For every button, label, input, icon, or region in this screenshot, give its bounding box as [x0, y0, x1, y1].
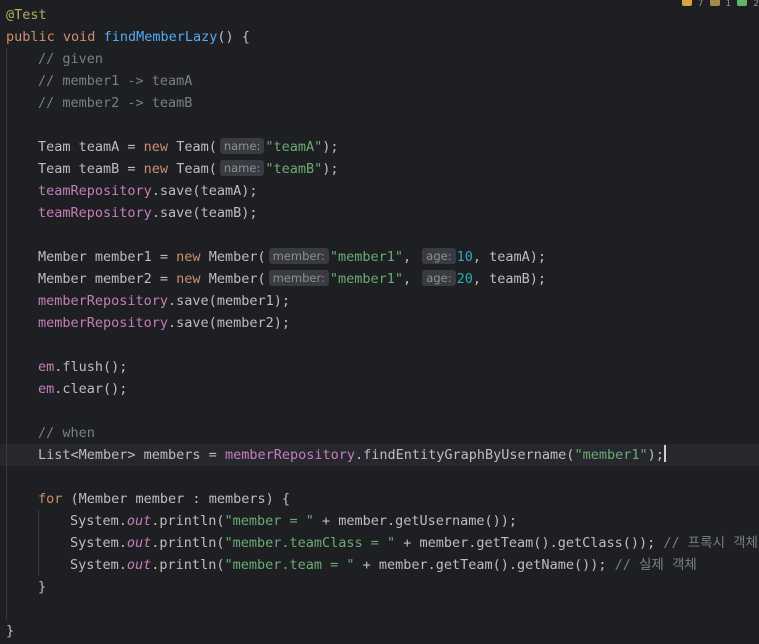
code-line-25[interactable]: System.out.println("member.teamClass = "… [0, 532, 759, 554]
param-hint-age: age: [422, 248, 456, 264]
param-hint-age: age: [422, 270, 456, 286]
code-line-26[interactable]: System.out.println("member.team = " + me… [0, 554, 759, 576]
code-line-4[interactable]: // member1 -> teamA [0, 70, 759, 92]
keyword-for: for [38, 491, 63, 507]
code-line-7[interactable]: Team teamA = new Team(name: "teamA"); [0, 136, 759, 158]
param-hint-name: name: [219, 160, 265, 176]
code-line-28[interactable] [0, 598, 759, 620]
method-name: findMemberLazy [103, 29, 218, 45]
param-hint-member: member: [268, 270, 329, 286]
code-line-15[interactable]: memberRepository.save(member2); [0, 312, 759, 334]
param-hint-name: name: [219, 138, 265, 154]
code-line-22[interactable] [0, 466, 759, 488]
code-line-27[interactable]: } [0, 576, 759, 598]
code-line-9[interactable]: teamRepository.save(teamA); [0, 180, 759, 202]
annotation-test: @Test [6, 7, 47, 23]
code-line-3[interactable]: // given [0, 48, 759, 70]
code-line-12[interactable]: Member member1 = new Member(member: "memb… [0, 246, 759, 268]
comment-given: // given [38, 51, 104, 67]
code-line-13[interactable]: Member member2 = new Member(member: "memb… [0, 268, 759, 290]
comment-member2: // member2 -> teamB [38, 95, 193, 111]
code-line-14[interactable]: memberRepository.save(member1); [0, 290, 759, 312]
code-line-24[interactable]: System.out.println("member = " + member.… [0, 510, 759, 532]
param-hint-member: member: [268, 248, 329, 264]
code-line-17[interactable]: em.flush(); [0, 356, 759, 378]
comment-member1: // member1 -> teamA [38, 73, 193, 89]
comment-real: // 실제 객체 [614, 557, 697, 573]
keyword-public: public [6, 29, 55, 45]
code-line-16[interactable] [0, 334, 759, 356]
code-line-2[interactable]: public void findMemberLazy() { [0, 26, 759, 48]
code-line-18[interactable]: em.clear(); [0, 378, 759, 400]
keyword-void: void [62, 29, 96, 45]
code-line-5[interactable]: // member2 -> teamB [0, 92, 759, 114]
code-line-10[interactable]: teamRepository.save(teamB); [0, 202, 759, 224]
code-editor[interactable]: 7 1 2 @Test public void findMemberLazy()… [0, 0, 759, 644]
code-line-29[interactable]: } [0, 620, 759, 642]
code-line-19[interactable] [0, 400, 759, 422]
comment-when: // when [38, 425, 95, 441]
signature-tail: () { [217, 29, 250, 45]
code-line-20[interactable]: // when [0, 422, 759, 444]
code-line-1[interactable]: @Test [0, 4, 759, 26]
code-line-8[interactable]: Team teamB = new Team(name: "teamB"); [0, 158, 759, 180]
code-line-21-current[interactable]: List<Member> members = memberRepository.… [0, 444, 759, 466]
text-caret [663, 445, 666, 462]
code-line-6[interactable] [0, 114, 759, 136]
code-line-11[interactable] [0, 224, 759, 246]
code-line-23[interactable]: for (Member member : members) { [0, 488, 759, 510]
comment-proxy: // 프록시 객체 [663, 535, 758, 551]
